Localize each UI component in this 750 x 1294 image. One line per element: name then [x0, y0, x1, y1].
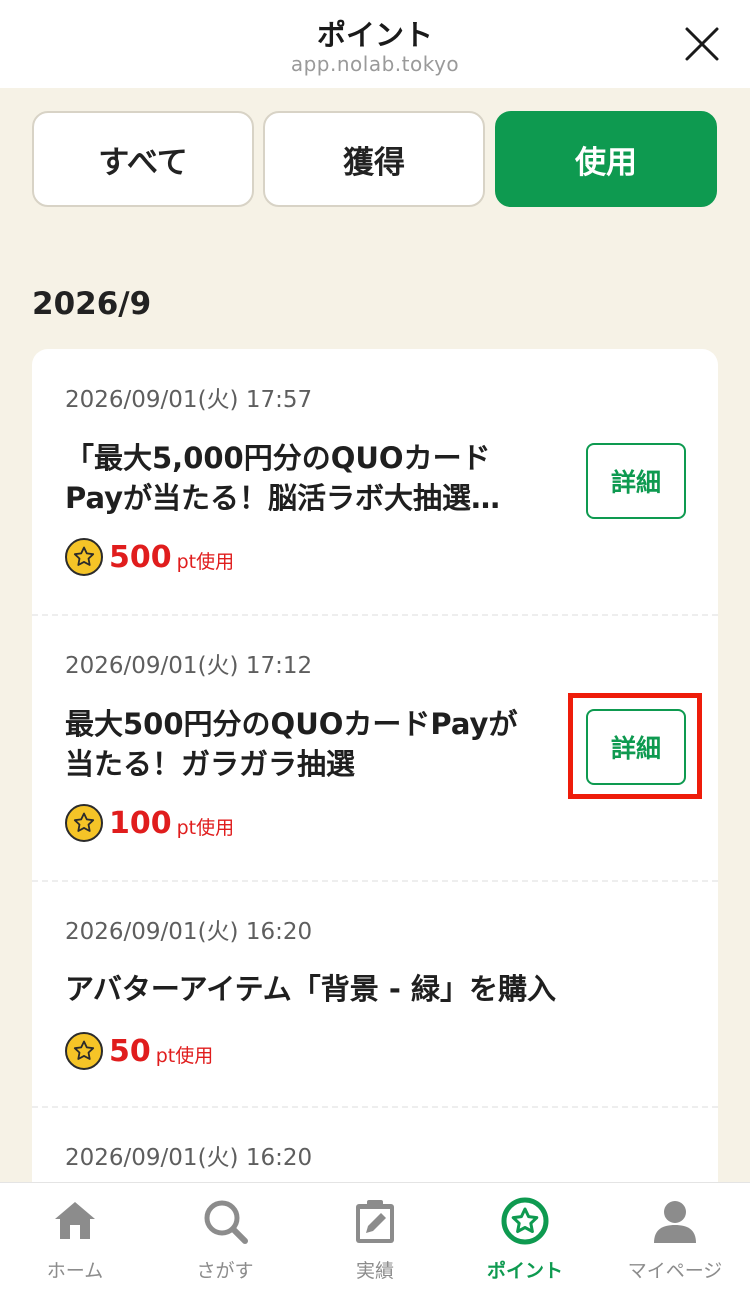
points-unit: pt使用 — [155, 1044, 214, 1067]
points-value: 50 — [109, 1033, 151, 1069]
nav-label: 実績 — [355, 1260, 394, 1282]
tab-used[interactable]: 使用 — [495, 111, 717, 207]
header-bar: ポイント app.nolab.tokyo — [0, 0, 750, 88]
nav-item-search[interactable]: さがす — [150, 1183, 300, 1294]
bottom-nav: ホーム さがす 実績 ポイント マイページ — [0, 1182, 750, 1294]
nav-label: マイページ — [627, 1260, 723, 1282]
filter-tabs: すべて 獲得 使用 — [32, 111, 718, 207]
item-date: 2026/09/01(火) 16:20 — [65, 1145, 313, 1171]
item-title: 「最大5,000円分のQUOカード Payが当たる！脳活ラボ大抽選… — [65, 441, 501, 515]
detail-button[interactable]: 詳細 — [586, 709, 686, 785]
page-title: ポイント — [316, 18, 433, 52]
points-used: 500 pt使用 — [65, 538, 234, 576]
site-domain: app.nolab.tokyo — [290, 52, 460, 76]
points-used: 50 pt使用 — [65, 1032, 213, 1070]
nav-label: ホーム — [46, 1260, 104, 1282]
list-item: 2026/09/01(火) 17:12 最大500円分のQUOカードPayが 当… — [32, 615, 718, 880]
item-title: 最大500円分のQUOカードPayが 当たる！ガラガラ抽選 — [65, 707, 518, 781]
item-title: アバターアイテム「背景 - 緑」を購入 — [65, 972, 557, 1006]
clipboard-edit-icon — [356, 1200, 394, 1243]
list-item: 2026/09/01(火) 16:20 アバターアイテム「背景 - 緑」を購入 … — [32, 881, 718, 1106]
nav-item-home[interactable]: ホーム — [0, 1183, 150, 1294]
tab-all[interactable]: すべて — [32, 111, 254, 207]
month-heading: 2026/9 — [32, 286, 152, 322]
star-coin-icon — [65, 538, 103, 576]
nav-item-points[interactable]: ポイント — [450, 1183, 600, 1294]
nav-label: さがす — [196, 1260, 254, 1282]
home-icon — [55, 1202, 95, 1239]
tab-earned[interactable]: 獲得 — [263, 111, 485, 207]
points-value: 500 — [109, 539, 172, 575]
points-history-list: 2026/09/01(火) 17:57 「最大5,000円分のQUOカード Pa… — [32, 349, 718, 1249]
close-icon[interactable] — [684, 26, 720, 62]
points-used: 100 pt使用 — [65, 804, 234, 842]
list-item: 2026/09/01(火) 17:57 「最大5,000円分のQUOカード Pa… — [32, 349, 718, 614]
star-coin-icon — [65, 1032, 103, 1070]
detail-button[interactable]: 詳細 — [586, 443, 686, 519]
search-icon — [204, 1200, 248, 1244]
item-date: 2026/09/01(火) 17:12 — [65, 653, 313, 679]
nav-item-mypage[interactable]: マイページ — [600, 1183, 750, 1294]
user-icon — [654, 1201, 696, 1243]
points-unit: pt使用 — [176, 816, 235, 839]
star-coin-icon — [65, 804, 103, 842]
item-date: 2026/09/01(火) 16:20 — [65, 919, 313, 945]
nav-item-records[interactable]: 実績 — [300, 1183, 450, 1294]
item-date: 2026/09/01(火) 17:57 — [65, 387, 313, 413]
star-coin-icon — [501, 1197, 549, 1245]
nav-label: ポイント — [486, 1260, 563, 1282]
points-unit: pt使用 — [176, 550, 235, 573]
points-value: 100 — [109, 805, 172, 841]
